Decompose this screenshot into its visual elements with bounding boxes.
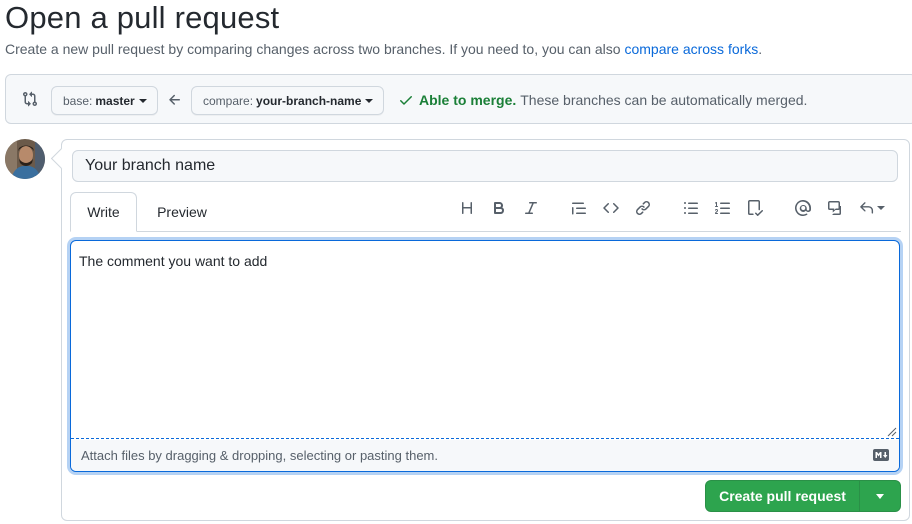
page-title: Open a pull request [5,0,280,35]
subtitle-text: Create a new pull request by comparing c… [5,41,625,57]
user-avatar-image [5,139,45,179]
merge-ok-label: Able to merge. [419,92,517,108]
chevron-down-icon [138,98,147,103]
attach-files-bar[interactable]: Attach files by dragging & dropping, sel… [71,440,899,471]
bold-icon[interactable] [491,200,507,216]
pr-title-input[interactable]: Your branch name [72,150,898,182]
tab-write[interactable]: Write [70,192,137,232]
compare-branch-select[interactable]: compare: your-branch-name [191,86,385,115]
merge-status-text: These branches can be automatically merg… [520,92,808,108]
git-compare-icon [23,91,38,107]
attach-files-text: Attach files by dragging & dropping, sel… [81,448,438,463]
heading-icon[interactable] [459,200,475,216]
compare-branch-name: your-branch-name [256,93,362,108]
chevron-down-icon [877,206,885,210]
italic-icon[interactable] [523,200,539,216]
create-options-dropdown[interactable] [860,481,900,511]
tasklist-icon[interactable] [747,200,763,216]
base-prefix: base: [63,93,93,108]
cross-reference-icon[interactable] [827,200,843,216]
chevron-down-icon [876,493,884,499]
base-branch-select[interactable]: base: master [51,86,158,115]
quote-icon[interactable] [571,200,587,216]
markdown-icon[interactable] [873,449,889,461]
unordered-list-icon[interactable] [683,200,699,216]
reply-icon[interactable] [859,200,885,216]
arrow-left-icon [169,94,180,105]
comment-editor: The comment you want to add Attach files… [70,240,900,472]
create-pull-request-button-group: Create pull request [705,480,901,512]
pull-request-form: Your branch name Write Preview The comme… [61,139,910,521]
ordered-list-icon[interactable] [715,200,731,216]
check-icon [400,96,412,105]
comment-textarea[interactable]: The comment you want to add [71,241,899,439]
base-branch-name: master [95,93,135,108]
resize-grip-icon[interactable] [887,427,897,437]
subtitle-end: . [758,41,763,57]
avatar[interactable] [5,139,45,179]
create-pull-request-button[interactable]: Create pull request [706,481,860,511]
tab-preview[interactable]: Preview [147,192,217,232]
page-subtitle: Create a new pull request by comparing c… [5,41,762,57]
link-icon[interactable] [635,200,651,216]
code-icon[interactable] [603,200,619,216]
compare-across-forks-link[interactable]: compare across forks [624,41,758,57]
compare-bar: base: master compare: your-branch-name A… [5,74,912,124]
compare-prefix: compare: [203,93,254,108]
merge-status: Able to merge. These branches can be aut… [398,92,807,108]
chevron-down-icon [365,98,374,103]
mention-icon[interactable] [795,200,811,216]
